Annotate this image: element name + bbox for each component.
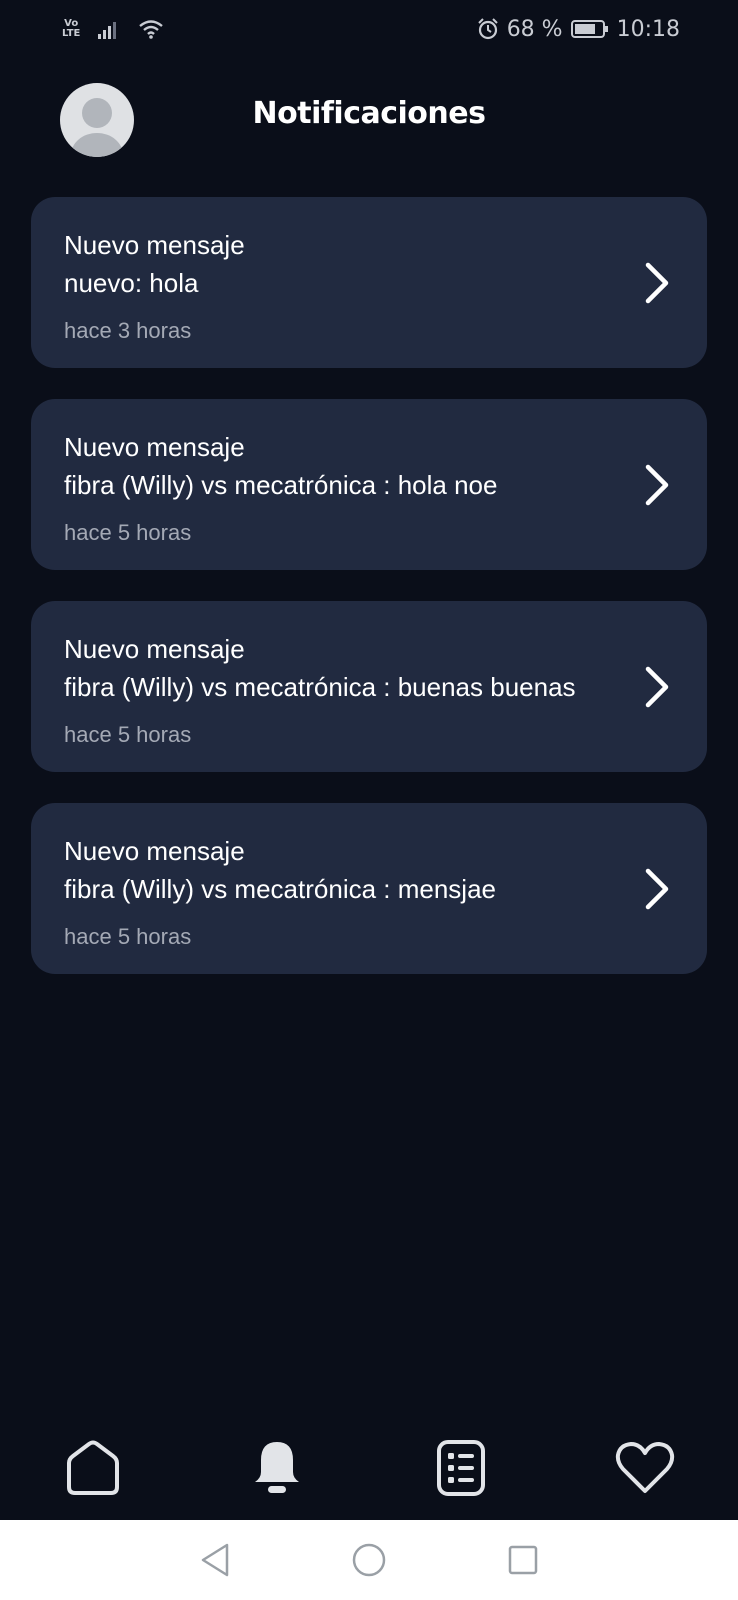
page-title: Notificaciones — [252, 96, 486, 131]
header: Notificaciones — [0, 78, 738, 158]
notification-time: hace 5 horas — [64, 520, 192, 545]
notification-title: Nuevo mensaje — [64, 432, 245, 462]
back-icon[interactable] — [199, 1542, 231, 1578]
status-bar: Vo LTE 68 % 10:18 — [0, 0, 738, 58]
notification-time: hace 5 horas — [64, 924, 192, 949]
bottom-nav — [0, 1418, 738, 1518]
notification-card[interactable]: Nuevo mensaje fibra (Willy) vs mecatróni… — [31, 601, 707, 772]
notification-title: Nuevo mensaje — [64, 634, 245, 664]
status-left: Vo LTE — [62, 19, 164, 39]
notification-card[interactable]: Nuevo mensaje fibra (Willy) vs mecatróni… — [31, 803, 707, 974]
status-right: 68 % 10:18 — [477, 17, 680, 42]
notification-body: fibra (Willy) vs mecatrónica : hola noe — [64, 470, 498, 500]
nav-notifications[interactable] — [242, 1433, 312, 1503]
clock: 10:18 — [616, 16, 680, 42]
heart-icon — [615, 1442, 675, 1493]
notification-card[interactable]: Nuevo mensaje nuevo: hola hace 3 horas — [31, 197, 707, 368]
notification-list: Nuevo mensaje nuevo: hola hace 3 horas N… — [31, 197, 707, 974]
nav-home[interactable] — [58, 1433, 128, 1503]
notification-time: hace 3 horas — [64, 318, 192, 343]
notification-body: nuevo: hola — [64, 268, 199, 298]
bell-icon — [255, 1442, 299, 1493]
wifi-icon — [139, 20, 164, 39]
battery-icon — [570, 20, 608, 38]
chevron-right-icon[interactable] — [642, 665, 672, 709]
chevron-right-icon[interactable] — [642, 867, 672, 911]
list-icon — [437, 1440, 485, 1496]
notification-title: Nuevo mensaje — [64, 230, 245, 260]
chevron-right-icon[interactable] — [642, 463, 672, 507]
notification-body: fibra (Willy) vs mecatrónica : buenas bu… — [64, 672, 576, 702]
chevron-right-icon[interactable] — [642, 261, 672, 305]
recents-icon[interactable] — [507, 1544, 539, 1576]
notification-card[interactable]: Nuevo mensaje fibra (Willy) vs mecatróni… — [31, 399, 707, 570]
battery-percent: 68 % — [506, 16, 563, 42]
notification-body: fibra (Willy) vs mecatrónica : mensjae — [64, 874, 496, 904]
signal-icon — [98, 22, 117, 39]
nav-list[interactable] — [426, 1433, 496, 1503]
home-circle-icon[interactable] — [351, 1542, 387, 1578]
notification-time: hace 5 horas — [64, 722, 192, 747]
system-nav-bar — [0, 1520, 738, 1600]
volte-icon: Vo LTE — [62, 18, 81, 39]
notification-title: Nuevo mensaje — [64, 836, 245, 866]
home-icon — [67, 1440, 119, 1495]
alarm-icon — [477, 18, 498, 40]
nav-favorites[interactable] — [610, 1433, 680, 1503]
